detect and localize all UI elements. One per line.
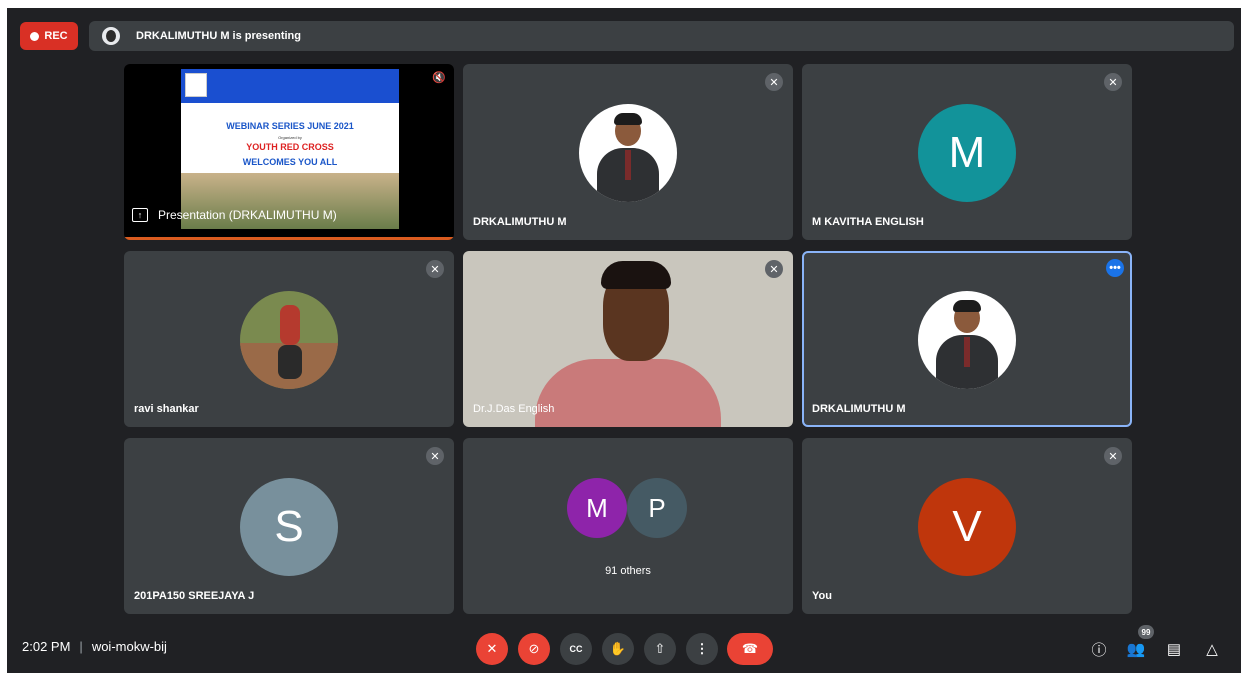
mic-muted-icon: ✕ [765,260,783,278]
presentation-slide: WEBINAR SERIES JUNE 2021 Organized by YO… [181,69,399,229]
presentation-label: ↑ Presentation (DRKALIMUTHU M) [132,208,337,222]
mic-muted-icon: ✕ [426,260,444,278]
more-options-icon[interactable]: ⋮ [686,633,718,665]
raise-hand-icon[interactable]: ✋ [602,633,634,665]
participant-name: You [812,590,832,602]
camera-off-icon[interactable]: ⊘ [518,633,550,665]
participant-photo [579,104,677,202]
self-tile[interactable]: ✕ V You [802,438,1132,614]
participant-name: DRKALIMUTHU M [812,403,906,415]
others-avatar: P [627,478,687,538]
slide-line-4: WELCOMES YOU ALL [242,157,338,167]
divider: | [79,639,83,654]
clock: 2:02 PM [22,639,71,654]
presenting-banner: DRKALIMUTHU M is presenting [89,21,1234,51]
participant-tile[interactable]: ✕ ravi shankar [124,251,454,427]
participants-count-badge: 99 [1138,625,1154,639]
others-tile[interactable]: M P 91 others [463,438,793,614]
others-count: 91 others [605,565,651,577]
activities-icon[interactable]: △ [1200,637,1224,661]
video-hair [601,261,671,289]
captions-icon[interactable]: CC [560,633,592,665]
slide-line-2: Organized by [278,135,302,140]
participant-avatar: V [918,478,1016,576]
participant-tile[interactable]: ✕ M M KAVITHA ENGLISH [802,64,1132,240]
participant-tile-selected[interactable]: ••• DRKALIMUTHU M [802,251,1132,427]
slide-header [181,69,399,103]
participant-avatar: M [918,104,1016,202]
participant-name: DRKALIMUTHU M [473,216,567,228]
participant-video-tile[interactable]: ✕ Dr.J.Das English [463,251,793,427]
meeting-info: 2:02 PM | woi-mokw-bij [22,639,167,654]
meeting-code: woi-mokw-bij [91,639,167,654]
record-dot-icon [30,31,40,41]
people-icon[interactable]: 👥 [1124,637,1148,661]
rec-label: REC [44,30,68,42]
video-shirt [535,359,721,427]
slide-line-1: WEBINAR SERIES JUNE 2021 [226,121,354,131]
participant-photo [240,291,338,389]
more-options-icon[interactable]: ••• [1106,259,1124,277]
presenting-text: DRKALIMUTHU M is presenting [136,30,301,42]
participant-tile[interactable]: ✕ DRKALIMUTHU M [463,64,793,240]
mic-muted-icon: ✕ [765,73,783,91]
mic-muted-icon: ✕ [426,447,444,465]
presenter-avatar [102,27,120,45]
end-call-icon[interactable]: ☎ [727,633,773,665]
participant-photo [918,291,1016,389]
recording-indicator: REC [20,22,78,50]
mic-muted-icon: ✕ [1104,73,1122,91]
speaker-muted-icon: 🔇 [432,72,446,84]
info-icon[interactable]: ⓘ [1087,637,1111,661]
participant-name: Dr.J.Das English [473,403,555,415]
presentation-tile[interactable]: WEBINAR SERIES JUNE 2021 Organized by YO… [124,64,454,240]
present-screen-icon: ↑ [132,208,148,222]
slide-line-3: YOUTH RED CROSS [246,142,334,152]
others-avatar: M [567,478,627,538]
participant-tile[interactable]: ✕ S 201PA150 SREEJAYA J [124,438,454,614]
chat-icon[interactable]: ▤ [1162,637,1186,661]
presentation-name: Presentation (DRKALIMUTHU M) [158,208,337,222]
participant-avatar: S [240,478,338,576]
participant-name: 201PA150 SREEJAYA J [134,590,255,602]
present-icon[interactable]: ⇧ [644,633,676,665]
college-logo [185,73,207,97]
mic-off-icon[interactable]: ✕ [476,633,508,665]
presentation-progress-bar [124,237,454,240]
participant-name: M KAVITHA ENGLISH [812,216,924,228]
meet-window: REC DRKALIMUTHU M is presenting WEBINAR … [7,8,1241,673]
mic-muted-icon: ✕ [1104,447,1122,465]
participant-name: ravi shankar [134,403,199,415]
